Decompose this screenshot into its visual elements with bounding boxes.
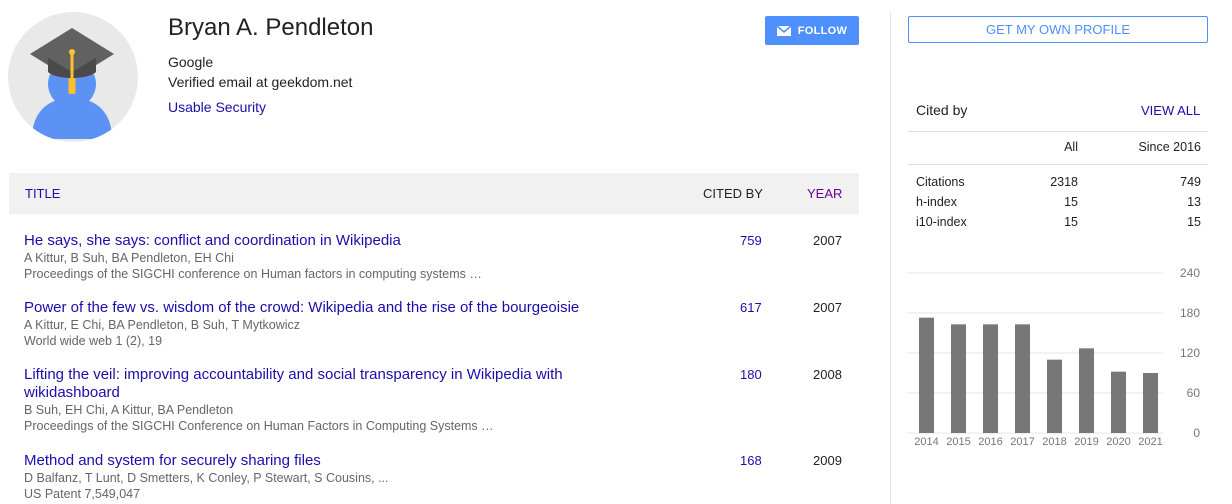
bar-2021[interactable]	[1143, 373, 1158, 433]
x-tick-label: 2014	[914, 436, 938, 448]
y-tick-label: 0	[1193, 426, 1200, 440]
stats-table: Citations 2318 749 h-index 15 13 i10-ind…	[916, 175, 1201, 235]
article-authors: B Suh, EH Chi, A Kittur, BA Pendleton	[24, 403, 234, 417]
sort-by-year[interactable]: YEAR	[807, 186, 842, 201]
article-venue: World wide web 1 (2), 19	[24, 334, 163, 348]
sort-by-cited[interactable]: CITED BY	[703, 186, 763, 201]
x-tick-label: 2015	[946, 436, 970, 448]
graduate-avatar-icon	[30, 28, 114, 139]
article-year: 2009	[813, 453, 842, 468]
bar-2015[interactable]	[951, 324, 966, 433]
col-since-header: Since 2016	[1138, 140, 1201, 154]
article-year: 2007	[813, 233, 842, 248]
article-title-link[interactable]: Method and system for securely sharing f…	[24, 452, 614, 470]
stat-label: h-index	[916, 195, 957, 209]
cited-by-link[interactable]: 759	[740, 233, 762, 248]
bar-2014[interactable]	[919, 317, 934, 433]
avatar	[8, 12, 138, 142]
bar-2019[interactable]	[1079, 348, 1094, 433]
col-all-header: All	[1064, 140, 1078, 154]
stat-since: 15	[1187, 215, 1201, 229]
bar-2017[interactable]	[1015, 324, 1030, 433]
x-tick-label: 2021	[1138, 436, 1162, 448]
divider	[908, 131, 1208, 132]
x-tick-label: 2017	[1010, 436, 1034, 448]
view-all-link[interactable]: VIEW ALL	[1141, 103, 1200, 118]
article-authors: A Kittur, E Chi, BA Pendleton, B Suh, T …	[24, 318, 301, 332]
article-title-link[interactable]: He says, she says: conflict and coordina…	[24, 232, 614, 250]
table-row: He says, she says: conflict and coordina…	[24, 232, 854, 282]
article-venue: Proceedings of the SIGCHI Conference on …	[24, 419, 494, 433]
stats-header: All Since 2016	[916, 140, 1201, 160]
x-tick-label: 2019	[1074, 436, 1098, 448]
stat-label: i10-index	[916, 215, 967, 229]
profile-email: Verified email at geekdom.net	[168, 74, 353, 90]
follow-button[interactable]: FOLLOW	[765, 16, 859, 45]
follow-label: FOLLOW	[797, 24, 848, 37]
stat-all: 15	[1064, 215, 1078, 229]
get-my-own-profile-button[interactable]: GET MY OWN PROFILE	[908, 16, 1208, 43]
y-tick-label: 120	[1180, 346, 1200, 360]
article-authors: D Balfanz, T Lunt, D Smetters, K Conley,…	[24, 471, 389, 485]
cited-by-link[interactable]: 617	[740, 300, 762, 315]
article-venue: US Patent 7,549,047	[24, 487, 141, 501]
table-row: Method and system for securely sharing f…	[24, 452, 854, 502]
bar-2020[interactable]	[1111, 371, 1126, 433]
cited-by-link[interactable]: 180	[740, 367, 762, 382]
profile-affiliation: Google	[168, 54, 214, 70]
x-tick-label: 2020	[1106, 436, 1130, 448]
divider	[908, 164, 1208, 165]
stat-all: 15	[1064, 195, 1078, 209]
interest-link[interactable]: Usable Security	[168, 99, 266, 115]
bar-2016[interactable]	[983, 324, 998, 433]
x-tick-label: 2018	[1042, 436, 1066, 448]
cited-by-link[interactable]: 168	[740, 453, 762, 468]
x-tick-label: 2016	[978, 436, 1002, 448]
y-tick-label: 240	[1180, 266, 1200, 280]
stat-since: 13	[1187, 195, 1201, 209]
bar-2018[interactable]	[1047, 359, 1062, 433]
mail-icon	[776, 25, 791, 36]
stats-row-h-index: h-index 15 13	[916, 195, 1201, 215]
profile-name: Bryan A. Pendleton	[168, 14, 374, 41]
article-title-link[interactable]: Power of the few vs. wisdom of the crowd…	[24, 299, 664, 317]
sort-by-title[interactable]: TITLE	[25, 186, 60, 201]
table-row: Power of the few vs. wisdom of the crowd…	[24, 299, 854, 349]
y-tick-label: 180	[1180, 306, 1200, 320]
article-year: 2007	[813, 300, 842, 315]
stat-label: Citations	[916, 175, 965, 189]
stat-since: 749	[1180, 175, 1201, 189]
cited-by-heading: Cited by	[916, 102, 968, 118]
column-divider	[890, 12, 891, 504]
article-venue: Proceedings of the SIGCHI conference on …	[24, 267, 482, 281]
stats-row-citations: Citations 2318 749	[916, 175, 1201, 195]
article-year: 2008	[813, 367, 842, 382]
article-title-link[interactable]: Lifting the veil: improving accountabili…	[24, 366, 614, 402]
citations-bar-chart: 0 60 120 180 240 2014 2015 2016 2017 2018 2019 2020…	[907, 266, 1201, 448]
y-tick-label: 60	[1187, 386, 1201, 400]
stats-row-i10-index: i10-index 15 15	[916, 215, 1201, 235]
article-authors: A Kittur, B Suh, BA Pendleton, EH Chi	[24, 251, 234, 265]
table-header: TITLE CITED BY YEAR	[9, 173, 859, 214]
stat-all: 2318	[1050, 175, 1078, 189]
table-row: Lifting the veil: improving accountabili…	[24, 366, 854, 434]
